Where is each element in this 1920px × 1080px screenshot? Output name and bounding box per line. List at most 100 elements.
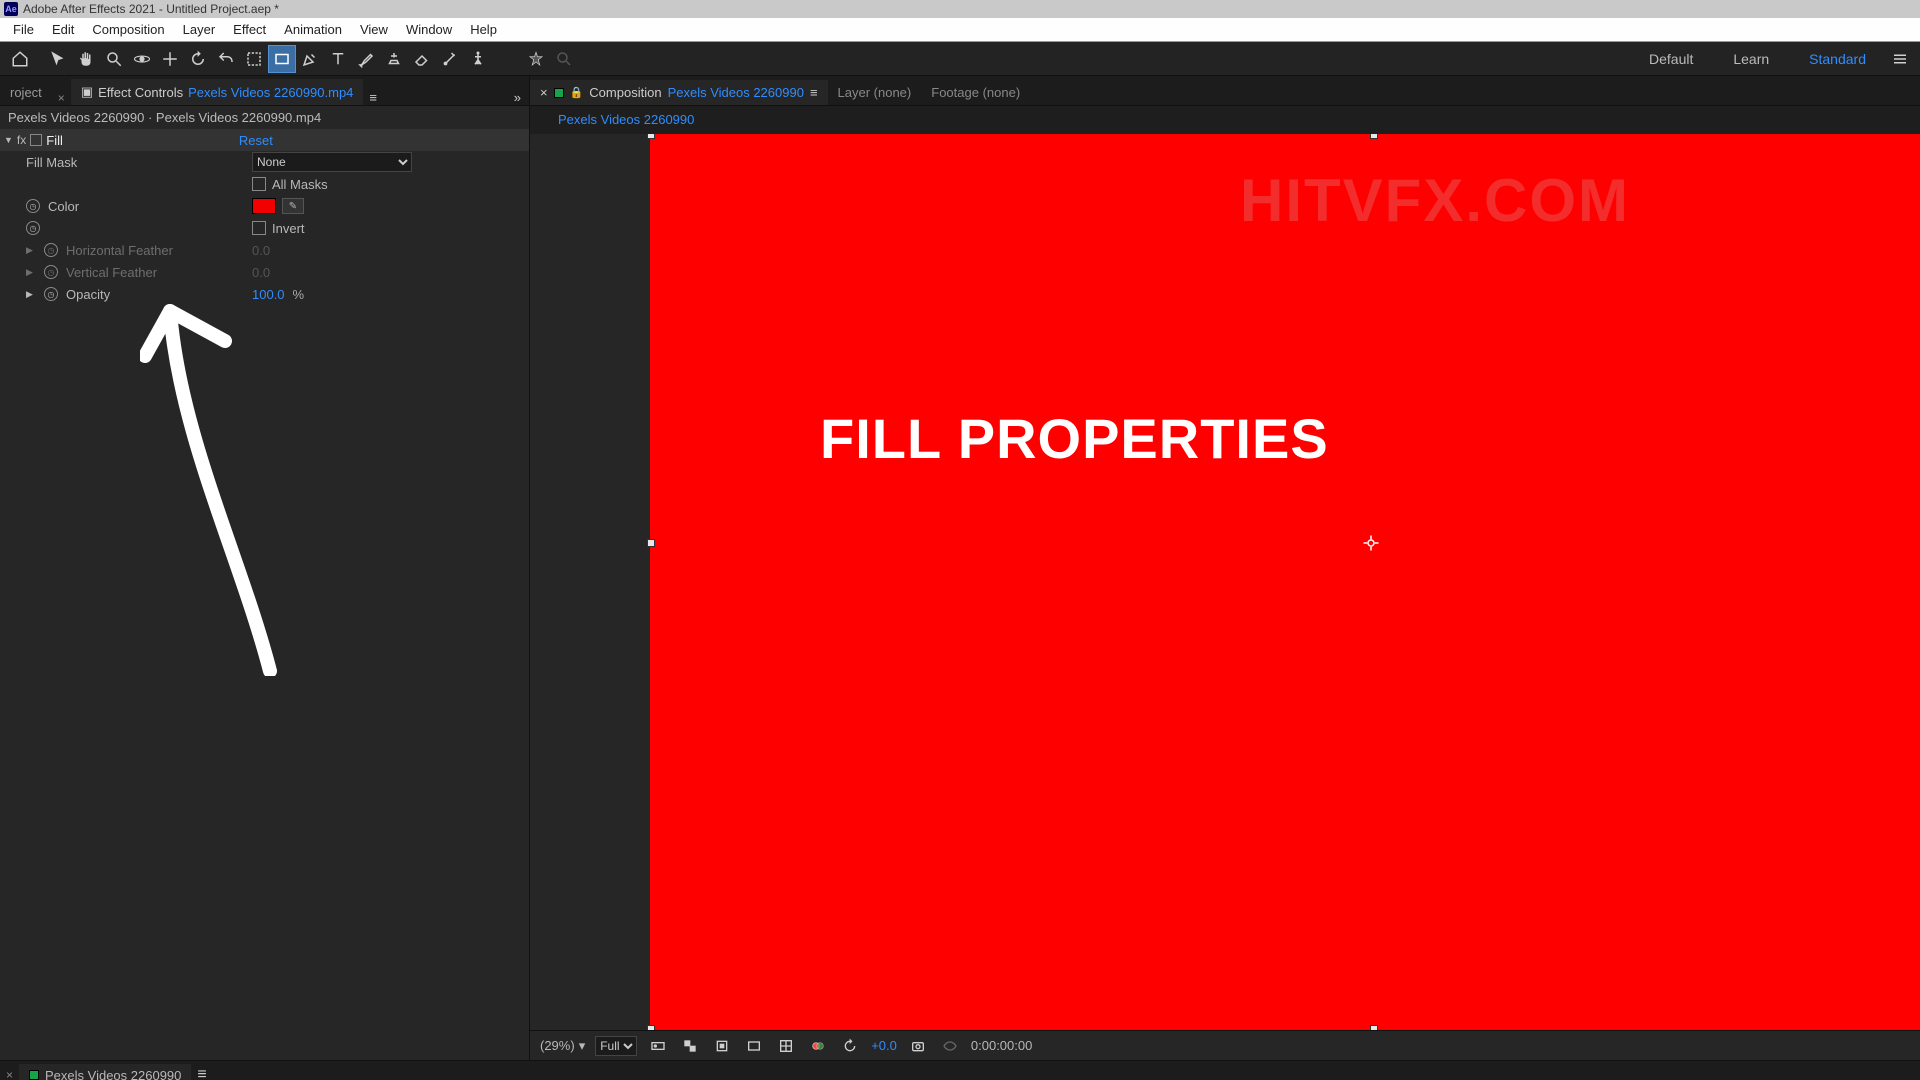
menu-effect[interactable]: Effect [224,19,275,40]
show-snapshot-icon[interactable] [939,1035,961,1057]
timeline-tab[interactable]: Pexels Videos 2260990 [19,1064,191,1080]
shape-search-icon[interactable] [550,45,578,73]
type-tool[interactable] [324,45,352,73]
transparency-grid-icon[interactable] [679,1035,701,1057]
vfeather-value[interactable]: 0.0 [252,265,270,280]
comp-flow-link[interactable]: Pexels Videos 2260990 [550,109,702,132]
all-masks-checkbox[interactable] [252,177,266,191]
exposure-value[interactable]: +0.0 [871,1038,897,1053]
project-tab[interactable]: roject [0,80,52,105]
hf-stopwatch[interactable]: ◷ [44,243,58,257]
workspace-learn[interactable]: Learn [1713,51,1789,67]
opacity-stopwatch[interactable]: ◷ [44,287,58,301]
orbit-tool[interactable] [128,45,156,73]
blank-stopwatch[interactable]: ◷ [26,221,40,235]
safe-zones-icon[interactable] [743,1035,765,1057]
zoom-tool[interactable] [100,45,128,73]
menu-layer[interactable]: Layer [174,19,225,40]
reset-link[interactable]: Reset [239,133,273,148]
opacity-unit: % [293,287,305,302]
undo-button[interactable] [212,45,240,73]
color-label: Color [48,199,79,214]
color-swatch[interactable] [252,198,276,214]
handle-top-mid[interactable] [1370,134,1378,139]
vf-stopwatch[interactable]: ◷ [44,265,58,279]
hf-twirl-icon[interactable]: ▶ [26,245,36,256]
timeline-menu-icon[interactable]: ≡ [191,1066,212,1080]
eyedropper-icon[interactable]: ✎ [282,198,304,214]
handle-bottom-left[interactable] [647,1025,655,1030]
timeline-panel: × Pexels Videos 2260990 ≡ 0:00:00:00 000… [0,1060,1920,1080]
color-stopwatch[interactable]: ◷ [26,199,40,213]
composition-tab[interactable]: × 🔒 Composition Pexels Videos 2260990 ≡ [530,80,828,105]
opacity-label: Opacity [66,287,110,302]
close-timeline-tab[interactable]: × [0,1068,19,1080]
menu-composition[interactable]: Composition [83,19,173,40]
effect-controls-tab[interactable]: ▣ Effect Controls Pexels Videos 2260990.… [71,79,364,105]
annotation-arrow [140,276,300,676]
handle-mid-left[interactable] [647,539,655,547]
resolution-select[interactable]: Full [595,1036,637,1056]
magnification-label[interactable]: (29%) [540,1038,575,1053]
fill-mask-select[interactable]: None [252,152,412,172]
comp-color-icon [29,1070,39,1080]
menu-window[interactable]: Window [397,19,461,40]
opacity-value[interactable]: 100.0 [252,287,285,302]
menu-edit[interactable]: Edit [43,19,83,40]
vfeather-label: Vertical Feather [66,265,157,280]
effect-name: Fill [46,133,63,148]
eraser-tool[interactable] [408,45,436,73]
composition-viewer: × 🔒 Composition Pexels Videos 2260990 ≡ … [530,76,1920,1060]
layer-tab[interactable]: Layer (none) [828,80,922,105]
overflow-chevron-icon[interactable]: » [506,90,529,105]
hfeather-value[interactable]: 0.0 [252,243,270,258]
effect-settings-icon[interactable] [30,134,42,146]
handle-bottom-mid[interactable] [1370,1025,1378,1030]
effect-header[interactable]: ▼ fx Fill Reset [0,129,529,151]
rectangle-tool[interactable] [268,45,296,73]
twirl-down-icon[interactable]: ▼ [4,135,13,145]
menu-animation[interactable]: Animation [275,19,351,40]
tab-menu-icon[interactable]: ≡ [810,85,818,100]
op-twirl-icon[interactable]: ▶ [26,289,36,300]
menu-file[interactable]: File [4,19,43,40]
grid-icon[interactable] [775,1035,797,1057]
handle-top-left[interactable] [647,134,655,139]
home-button[interactable] [6,45,34,73]
workspace-default[interactable]: Default [1629,51,1713,67]
layer-bounds[interactable] [650,134,1920,1030]
panel-menu-icon[interactable] [1886,45,1914,73]
title-bar: Ae Adobe After Effects 2021 - Untitled P… [0,0,1920,18]
brush-tool[interactable] [352,45,380,73]
rotation-tool[interactable] [184,45,212,73]
vf-twirl-icon[interactable]: ▶ [26,267,36,278]
workspace-standard[interactable]: Standard [1789,51,1886,67]
fx-enable-icon[interactable]: fx [17,133,26,147]
footage-tab[interactable]: Footage (none) [921,80,1030,105]
hand-tool[interactable] [72,45,100,73]
roto-brush-tool[interactable] [436,45,464,73]
lock-icon[interactable]: 🔒 [570,86,584,99]
pen-tool[interactable] [296,45,324,73]
close-project-tab[interactable]: × [52,91,71,105]
channel-icon[interactable] [807,1035,829,1057]
preview-time[interactable]: 0:00:00:00 [971,1038,1032,1053]
reset-exposure-icon[interactable] [839,1035,861,1057]
fast-preview-icon[interactable] [647,1035,669,1057]
mask-toggle-icon[interactable] [711,1035,733,1057]
mask-tool[interactable] [240,45,268,73]
menu-view[interactable]: View [351,19,397,40]
canvas[interactable] [530,134,1920,1030]
menu-help[interactable]: Help [461,19,506,40]
close-comp-tab[interactable]: × [540,85,548,100]
pan-behind-tool[interactable] [156,45,184,73]
selection-tool[interactable] [44,45,72,73]
tab-menu-icon[interactable]: ≡ [363,90,383,105]
anchor-point-icon[interactable] [1362,534,1380,552]
snapshot-icon[interactable] [907,1035,929,1057]
puppet-tool[interactable] [464,45,492,73]
clone-stamp-tool[interactable] [380,45,408,73]
chevron-down-icon[interactable]: ▾ [579,1038,586,1054]
invert-checkbox[interactable] [252,221,266,235]
shape-star-icon[interactable] [522,45,550,73]
